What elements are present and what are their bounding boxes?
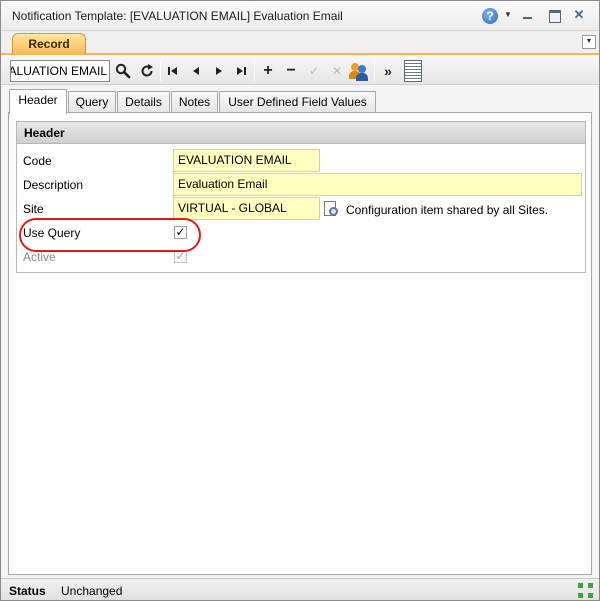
record-toolbar: EVALUATION EMAIL + − ✓ ✕ » [1, 55, 599, 85]
tab-header[interactable]: Header [9, 89, 67, 114]
status-value: Unchanged [61, 584, 123, 598]
next-record-button[interactable] [210, 62, 228, 80]
record-tab-strip: Record ▼ [1, 31, 599, 55]
description-field[interactable]: Evaluation Email [173, 173, 582, 196]
save-checkmark-button[interactable]: ✓ [305, 62, 323, 80]
list-view-icon[interactable] [404, 60, 422, 82]
tab-query[interactable]: Query [68, 91, 116, 113]
toolbar-separator [160, 61, 161, 81]
configuration-lookup-icon[interactable] [322, 201, 340, 219]
window-title: Notification Template: [EVALUATION EMAIL… [12, 9, 343, 23]
active-checkbox: ✓ [174, 249, 187, 263]
code-field[interactable]: EVALUATION EMAIL [173, 149, 320, 172]
cancel-changes-button[interactable]: ✕ [328, 62, 346, 80]
header-section: Header Code EVALUATION EMAIL Description… [16, 121, 586, 273]
delete-record-button[interactable]: − [282, 62, 300, 80]
refresh-icon [141, 64, 153, 77]
first-record-button[interactable] [164, 62, 182, 80]
toolbar-separator [254, 61, 255, 81]
add-record-button[interactable]: + [259, 62, 277, 80]
status-label: Status [9, 584, 46, 598]
help-dropdown-icon[interactable]: ▼ [504, 10, 512, 19]
title-bar: Notification Template: [EVALUATION EMAIL… [1, 1, 599, 31]
search-icon [115, 63, 131, 79]
tab-details[interactable]: Details [117, 91, 170, 113]
record-tab[interactable]: Record [12, 33, 86, 55]
site-label: Site [23, 202, 44, 216]
notification-template-window: Notification Template: [EVALUATION EMAIL… [0, 0, 600, 601]
site-field[interactable]: VIRTUAL - GLOBAL [173, 197, 320, 220]
toolbar-separator [374, 61, 375, 81]
last-record-button[interactable] [233, 62, 251, 80]
section-title: Header [17, 122, 585, 144]
use-query-checkbox[interactable]: ✓ [174, 226, 187, 239]
active-label: Active [23, 250, 56, 264]
tab-user-defined-field-values[interactable]: User Defined Field Values [219, 91, 376, 113]
help-icon[interactable]: ? [482, 8, 498, 24]
site-shared-note: Configuration item shared by all Sites. [346, 203, 549, 217]
use-query-label: Use Query [23, 226, 81, 240]
record-search-input[interactable]: EVALUATION EMAIL [10, 60, 110, 82]
refresh-button[interactable] [138, 62, 156, 80]
strip-menu-dropdown[interactable]: ▼ [582, 35, 596, 49]
more-actions-button[interactable]: » [379, 62, 397, 80]
search-button[interactable] [114, 62, 132, 80]
status-bar: Status Unchanged [1, 578, 599, 600]
tab-notes[interactable]: Notes [171, 91, 218, 113]
header-tab-panel: Header Code EVALUATION EMAIL Description… [8, 112, 592, 575]
description-label: Description [23, 178, 84, 192]
previous-record-button[interactable] [187, 62, 205, 80]
code-label: Code [23, 154, 52, 168]
close-button[interactable]: ✕ [572, 8, 586, 22]
resize-grip-icon[interactable] [578, 583, 594, 599]
minimize-button[interactable] [521, 8, 535, 22]
users-icon[interactable] [349, 61, 369, 81]
maximize-button[interactable] [547, 8, 561, 23]
